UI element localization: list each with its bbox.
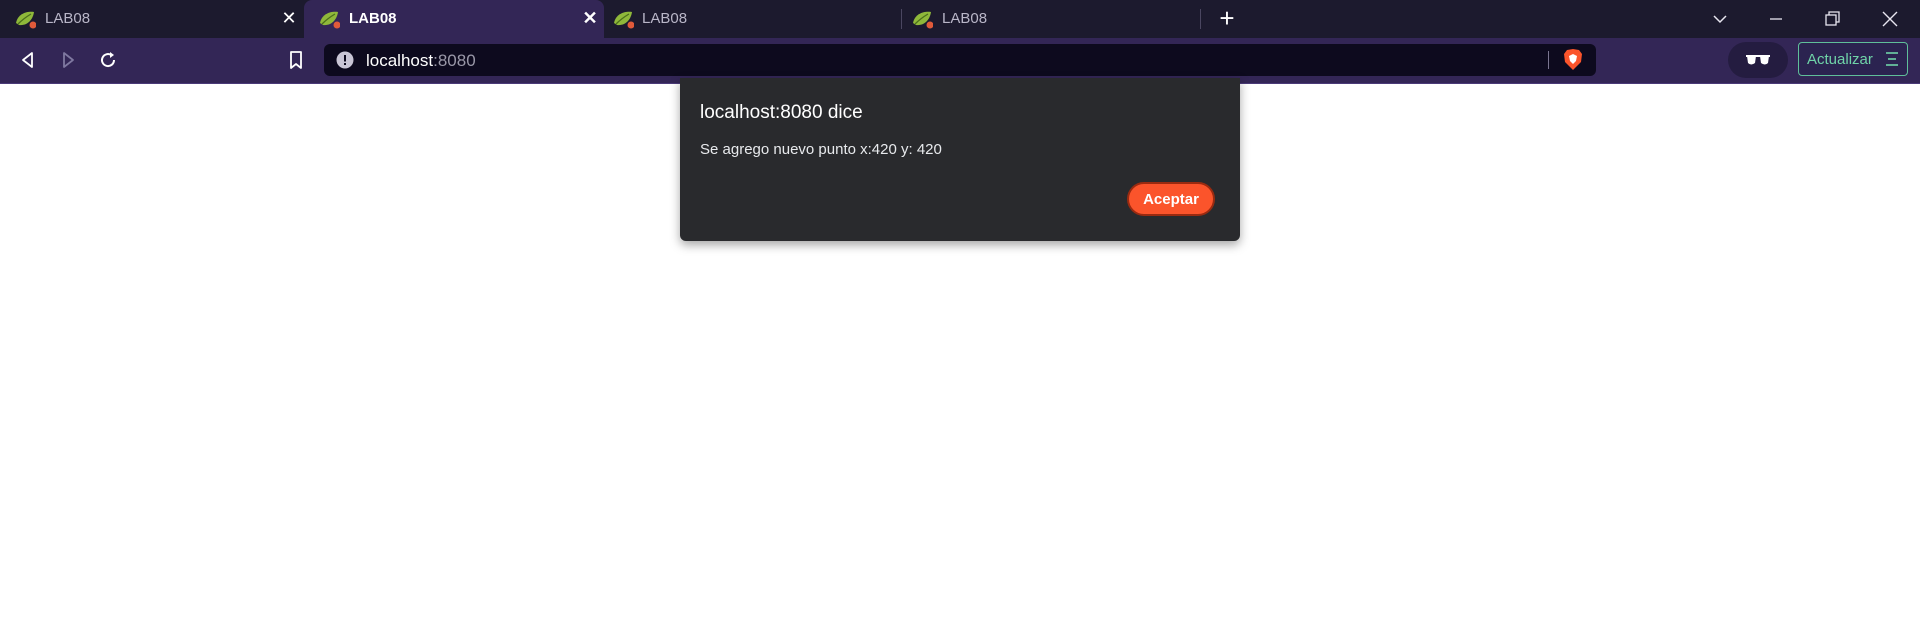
bookmark-icon[interactable]: [284, 48, 308, 72]
address-bar[interactable]: localhost:8080: [324, 44, 1596, 76]
spring-leaf-icon: [320, 11, 340, 29]
alert-dialog: localhost:8080 dice Se agrego nuevo punt…: [680, 78, 1240, 241]
url-divider: [1548, 51, 1549, 69]
tab-strip: LAB08 ✕ LAB08 ✕ LAB08 LAB08 +: [0, 0, 1920, 38]
accept-button[interactable]: Aceptar: [1127, 182, 1215, 216]
menu-icon: [1886, 52, 1898, 66]
tab-divider: [1200, 9, 1201, 29]
tab-title: LAB08: [642, 10, 688, 27]
tab-title: LAB08: [45, 10, 91, 27]
forward-icon[interactable]: [56, 48, 80, 72]
tab-title: LAB08: [942, 10, 988, 27]
restore-icon[interactable]: [1820, 8, 1844, 30]
url-port: :8080: [433, 51, 476, 70]
update-button-label: Actualizar: [1807, 51, 1873, 68]
close-icon[interactable]: ✕: [280, 9, 298, 27]
url-host: localhost: [366, 51, 434, 70]
site-info-icon[interactable]: [336, 51, 354, 69]
spring-leaf-icon: [913, 11, 933, 29]
back-icon[interactable]: [16, 48, 40, 72]
sunglasses-icon: [1746, 55, 1770, 65]
new-tab-plus-icon[interactable]: +: [1214, 5, 1240, 32]
tab-title: LAB08: [349, 10, 397, 27]
tab-3[interactable]: LAB08: [604, 0, 900, 38]
close-window-icon[interactable]: [1878, 8, 1902, 30]
tab-4[interactable]: LAB08: [902, 0, 1198, 38]
update-button[interactable]: Actualizar: [1798, 42, 1908, 76]
tab-1[interactable]: LAB08 ✕: [0, 0, 302, 38]
minimize-icon[interactable]: [1764, 8, 1788, 30]
reload-icon[interactable]: [96, 48, 120, 72]
url-text: localhost:8080: [366, 51, 476, 71]
tab-search-chevron-icon[interactable]: [1708, 8, 1732, 30]
spring-leaf-icon: [16, 11, 36, 29]
brave-shields-icon[interactable]: [1562, 48, 1584, 72]
dialog-message: Se agrego nuevo punto x:420 y: 420: [700, 141, 942, 158]
spring-leaf-icon: [614, 11, 634, 29]
tab-2-active[interactable]: LAB08 ✕: [304, 0, 604, 38]
private-window-button[interactable]: [1728, 42, 1788, 78]
dialog-title: localhost:8080 dice: [700, 102, 863, 123]
close-icon[interactable]: ✕: [581, 9, 599, 27]
